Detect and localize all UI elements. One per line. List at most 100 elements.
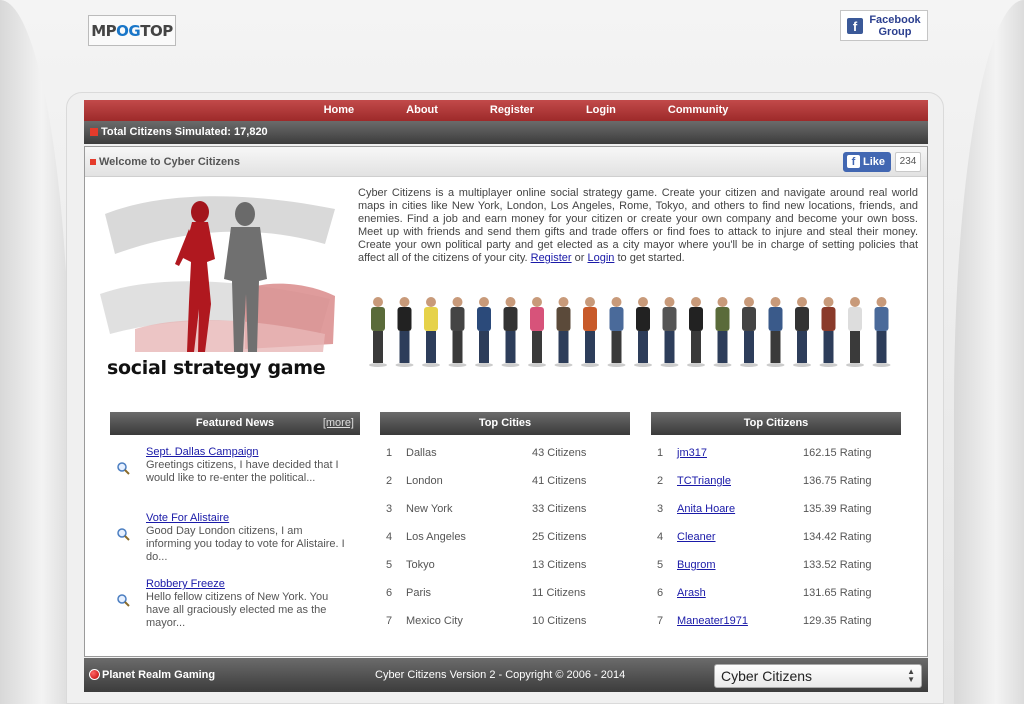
news-title-link[interactable]: Sept. Dallas Campaign <box>146 446 360 459</box>
rank-number: 2 <box>657 475 664 487</box>
city-name: Dallas <box>406 447 437 459</box>
status-bullet-icon <box>90 128 98 136</box>
top-citizens-header: Top Citizens <box>651 412 901 435</box>
citizen-figure <box>846 297 864 367</box>
list-item: 7 Mexico City 10 Citizens <box>380 607 630 635</box>
main-nav: Home About Register Login Community <box>84 100 928 121</box>
footer-brand[interactable]: Planet Realm Gaming <box>102 658 215 692</box>
city-citizen-count: 11 Citizens <box>532 587 586 599</box>
city-name: Mexico City <box>406 615 463 627</box>
footer: Planet Realm Gaming Cyber Citizens Versi… <box>84 658 928 692</box>
top-citizens-panel: Top Citizens 1 jm317 162.15 Rating 2 TCTrian… <box>651 412 901 635</box>
list-item: 2 TCTriangle 136.75 Rating <box>651 467 901 495</box>
city-name: London <box>406 475 443 487</box>
citizen-figure <box>740 297 758 367</box>
rank-number: 3 <box>657 503 664 515</box>
logo-text-accent: OG <box>116 21 141 40</box>
citizen-rating: 133.52 Rating <box>803 559 872 571</box>
facebook-group-label-2: Group <box>878 25 912 38</box>
citizen-figure <box>395 297 414 367</box>
list-item: 3 Anita Hoare 135.39 Rating <box>651 495 901 523</box>
intro-or: or <box>571 252 588 264</box>
magnifier-icon <box>117 462 130 475</box>
list-item: 7 Maneater1971 129.35 Rating <box>651 607 901 635</box>
list-item: 2 London 41 Citizens <box>380 467 630 495</box>
citizen-name-link[interactable]: Arash <box>677 579 706 607</box>
citizen-rating: 135.39 Rating <box>803 503 872 515</box>
city-name: New York <box>406 503 453 515</box>
welcome-bar: Welcome to Cyber Citizens f Like 234 <box>85 147 927 177</box>
citizen-figure <box>766 297 785 367</box>
city-citizen-count: 41 Citizens <box>532 475 587 487</box>
nav-login[interactable]: Login <box>586 100 616 121</box>
citizen-rating: 131.65 Rating <box>803 587 872 599</box>
news-title-link[interactable]: Robbery Freeze <box>146 578 360 591</box>
citizen-name-link[interactable]: Anita Hoare <box>677 495 735 523</box>
facebook-group-label-1: Facebook <box>869 13 921 26</box>
news-title-link[interactable]: Vote For Alistaire <box>146 512 360 525</box>
list-item: 5 Tokyo 13 Citizens <box>380 551 630 579</box>
rank-number: 5 <box>657 559 664 571</box>
rank-number: 5 <box>386 559 393 571</box>
magnifier-icon <box>117 528 130 541</box>
total-citizens-text: Total Citizens Simulated: 17,820 <box>101 126 268 138</box>
mpogtop-logo[interactable]: MP OG TOP <box>88 15 176 46</box>
city-citizen-count: 33 Citizens <box>532 503 587 515</box>
citizen-figure <box>528 297 546 367</box>
top-cities-header: Top Cities <box>380 412 630 435</box>
citizen-figure <box>554 297 573 367</box>
citizen-rating: 129.35 Rating <box>803 615 872 627</box>
logo-text: MP <box>91 21 117 40</box>
hero-caption: social strategy game <box>107 357 326 379</box>
citizen-name-link[interactable]: Cleaner <box>677 523 716 551</box>
city-citizen-count: 43 Citizens <box>532 447 587 459</box>
list-item: 5 Bugrom 133.52 Rating <box>651 551 901 579</box>
game-select-dropdown[interactable]: Cyber Citizens ▲ ▼ <box>714 664 922 688</box>
news-snippet: Greetings citizens, I have decided that … <box>146 459 339 484</box>
nav-community[interactable]: Community <box>668 100 729 121</box>
facebook-icon: f <box>847 155 860 168</box>
citizen-figure <box>501 297 520 367</box>
news-item: Sept. Dallas Campaign Greetings citizens… <box>110 439 360 505</box>
intro-register-link[interactable]: Register <box>531 252 572 264</box>
facebook-group-button[interactable]: f Facebook Group <box>840 10 928 41</box>
nav-home[interactable]: Home <box>324 100 355 121</box>
citizen-figure <box>634 297 652 367</box>
citizen-name-link[interactable]: Bugrom <box>677 551 716 579</box>
citizen-figure <box>872 297 891 367</box>
content-panel: Welcome to Cyber Citizens f Like 234 soc… <box>84 146 928 657</box>
citizen-figure <box>607 297 626 367</box>
city-citizen-count: 13 Citizens <box>532 559 587 571</box>
nav-about[interactable]: About <box>406 100 438 121</box>
featured-news-title: Featured News <box>195 417 275 429</box>
citizen-name-link[interactable]: TCTriangle <box>677 467 731 495</box>
list-item: 6 Paris 11 Citizens <box>380 579 630 607</box>
city-name: Los Angeles <box>406 531 466 543</box>
intro-login-link[interactable]: Login <box>588 252 615 264</box>
citizen-figure <box>793 297 811 367</box>
news-snippet: Hello fellow citizens of New York. You h… <box>146 591 329 629</box>
news-item: Robbery Freeze Hello fellow citizens of … <box>110 571 360 638</box>
citizen-figure <box>581 297 599 367</box>
more-news-link[interactable]: [more] <box>323 412 354 435</box>
like-label: Like <box>863 156 886 168</box>
citizen-name-link[interactable]: jm317 <box>677 439 707 467</box>
city-name: Tokyo <box>406 559 435 571</box>
citizen-figure <box>819 297 838 367</box>
citizen-figure <box>687 297 705 367</box>
citizen-figure <box>660 297 679 367</box>
list-item: 1 jm317 162.15 Rating <box>651 439 901 467</box>
rank-number: 7 <box>386 615 393 627</box>
citizen-rating: 136.75 Rating <box>803 475 872 487</box>
featured-news-panel: Featured News [more] Sept. Dallas Campai… <box>110 412 360 638</box>
city-name: Paris <box>406 587 432 599</box>
citizen-name-link[interactable]: Maneater1971 <box>677 607 748 635</box>
facebook-like-button[interactable]: f Like <box>843 152 891 172</box>
citizen-figure <box>713 297 732 367</box>
news-item: Vote For Alistaire Good Day London citiz… <box>110 505 360 571</box>
list-item: 6 Arash 131.65 Rating <box>651 579 901 607</box>
nav-register[interactable]: Register <box>490 100 534 121</box>
magnifier-icon <box>117 594 130 607</box>
facebook-icon: f <box>847 17 863 34</box>
citizen-figure <box>448 297 467 367</box>
